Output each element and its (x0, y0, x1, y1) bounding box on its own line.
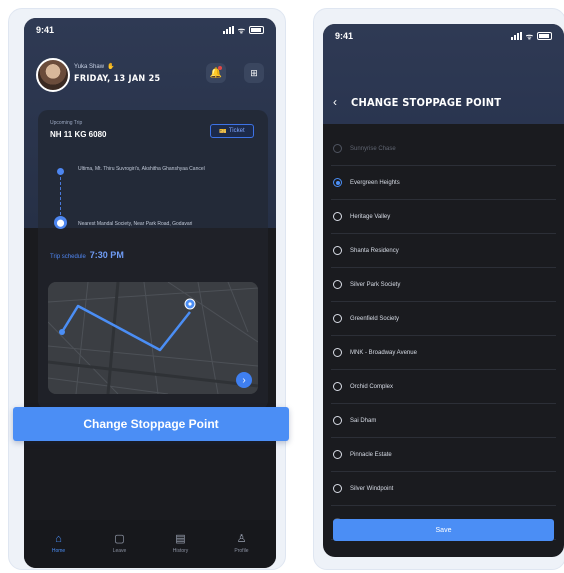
map-graphic (48, 282, 258, 394)
stoppage-option-label: Shanta Residency (350, 247, 399, 254)
schedule-time: 7:30 PM (89, 250, 124, 260)
battery-icon (537, 32, 552, 40)
radio-icon[interactable] (333, 314, 342, 323)
home-icon: ⌂ (55, 533, 62, 545)
drop-pin-icon: ⬤ (54, 216, 67, 229)
status-icons: ᯤ (222, 25, 264, 36)
map-next-button[interactable]: › (236, 372, 252, 388)
pickup-address: Ultima, Mt. Thiru Suvrogiri's, Akshitha … (78, 166, 205, 172)
tab-home-label: Home (51, 548, 66, 554)
ticket-chip[interactable]: 🎫 Ticket (210, 124, 254, 138)
signal-icon (222, 26, 234, 34)
user-name: Yuka Shaw ✋ (74, 64, 115, 70)
stoppage-option[interactable]: Greenfield Society (331, 302, 556, 336)
ticket-icon: 🎫 (219, 128, 227, 135)
stoppage-option-label: Heritage Valley (350, 213, 391, 220)
bus-button[interactable]: ⊞ (244, 63, 264, 83)
stoppage-option-label: Pinnacle Estate (350, 451, 392, 458)
stoppage-option-label: Evergreen Heights (350, 179, 400, 186)
battery-icon (249, 26, 264, 34)
trip-schedule: Trip schedule 7:30 PM (50, 250, 124, 260)
leave-icon: ▢ (114, 533, 125, 545)
chevron-right-icon: › (242, 374, 246, 386)
stoppage-option[interactable]: Sunnyrise Chase (331, 132, 556, 166)
upcoming-trip-card[interactable]: Upcoming Trip NH 11 KG 6080 🎫 Ticket ⬤ Ul… (38, 110, 268, 410)
tab-history-label: History (172, 548, 189, 554)
radio-icon[interactable] (333, 416, 342, 425)
stoppage-option-label: Silver Windpoint (350, 485, 394, 492)
status-bar-right: 9:41 ᯤ (323, 24, 564, 48)
tab-profile[interactable]: ♙ Profile (220, 533, 264, 555)
bus-number: NH 11 KG 6080 (50, 130, 107, 139)
notification-dot (218, 66, 222, 70)
radio-icon[interactable] (333, 246, 342, 255)
stoppage-option-label: Greenfield Society (350, 315, 400, 322)
change-stoppage-screen: 9:41 ᯤ ‹ CHANGE STOPPAGE POINT Sunnyrise… (323, 24, 564, 557)
radio-icon[interactable] (333, 280, 342, 289)
stoppage-option[interactable]: Silver Windpoint (331, 472, 556, 506)
profile-icon: ♙ (236, 533, 247, 545)
current-date: FRIDAY, 13 JAN 25 (74, 74, 161, 84)
bus-icon: ⊞ (250, 67, 258, 78)
signal-icon (510, 32, 522, 40)
tab-home[interactable]: ⌂ Home (37, 533, 81, 555)
schedule-label: Trip schedule (50, 254, 86, 260)
history-icon: ▤ (175, 533, 186, 545)
radio-icon[interactable] (333, 484, 342, 493)
stoppage-option-label: MNK - Broadway Avenue (350, 349, 417, 356)
stoppage-option[interactable]: Heritage Valley (331, 200, 556, 234)
stoppage-option-label: Sunnyrise Chase (350, 145, 396, 152)
radio-selected-icon[interactable] (333, 178, 342, 187)
tab-profile-label: Profile (234, 548, 249, 554)
stoppage-option[interactable]: Pinnacle Estate (331, 438, 556, 472)
wave-icon: ✋ (107, 64, 115, 70)
stoppage-option-label: Sai Dham (350, 417, 377, 424)
pickup-dot-icon (57, 168, 64, 175)
tab-leave[interactable]: ▢ Leave (98, 533, 142, 555)
drop-address: Nearest Mandal Society, Near Park Road, … (78, 221, 193, 227)
wifi-icon: ᯤ (525, 31, 533, 41)
stoppage-option[interactable]: Silver Park Society (331, 268, 556, 302)
stoppage-option-label: Orchid Complex (350, 383, 394, 390)
home-screen: 9:41 ᯤ Yuka Shaw ✋ FRIDAY, 13 JAN 25 🔔 ⊞ … (24, 18, 276, 568)
status-icons-right: ᯤ (510, 31, 552, 42)
stoppage-option[interactable]: MNK - Broadway Avenue (331, 336, 556, 370)
ticket-chip-label: Ticket (228, 128, 245, 134)
stoppage-option[interactable]: Orchid Complex (331, 370, 556, 404)
stoppage-option-label: Silver Park Society (350, 281, 401, 288)
notification-button[interactable]: 🔔 (206, 63, 226, 83)
radio-icon[interactable] (333, 212, 342, 221)
status-time-right: 9:41 (335, 31, 354, 41)
stoppage-option[interactable]: Shanta Residency (331, 234, 556, 268)
radio-icon[interactable] (333, 382, 342, 391)
radio-icon[interactable] (333, 450, 342, 459)
stoppage-options: Sunnyrise Chase Evergreen Heights Heritage… (331, 132, 556, 540)
wifi-icon: ᯤ (237, 25, 245, 35)
bottom-tab-bar: ⌂ Home ▢ Leave ▤ History ♙ Profile (24, 520, 276, 568)
stoppage-option[interactable]: Evergreen Heights (331, 166, 556, 200)
status-bar: 9:41 ᯤ (24, 18, 276, 42)
change-stoppage-button[interactable]: Change Stoppage Point (13, 407, 289, 441)
radio-icon[interactable] (333, 144, 342, 153)
route-map[interactable]: › (48, 282, 258, 394)
avatar[interactable] (36, 58, 70, 92)
back-arrow-icon[interactable]: ‹ (333, 95, 337, 109)
tab-leave-label: Leave (112, 548, 127, 554)
page-title: CHANGE STOPPAGE POINT (351, 96, 502, 109)
radio-icon[interactable] (333, 348, 342, 357)
stoppage-option[interactable]: Sai Dham (331, 404, 556, 438)
status-time: 9:41 (36, 25, 55, 35)
upcoming-label: Upcoming Trip (50, 120, 83, 126)
save-button[interactable]: Save (333, 519, 554, 541)
tab-history[interactable]: ▤ History (159, 533, 203, 555)
route-line (60, 172, 62, 220)
